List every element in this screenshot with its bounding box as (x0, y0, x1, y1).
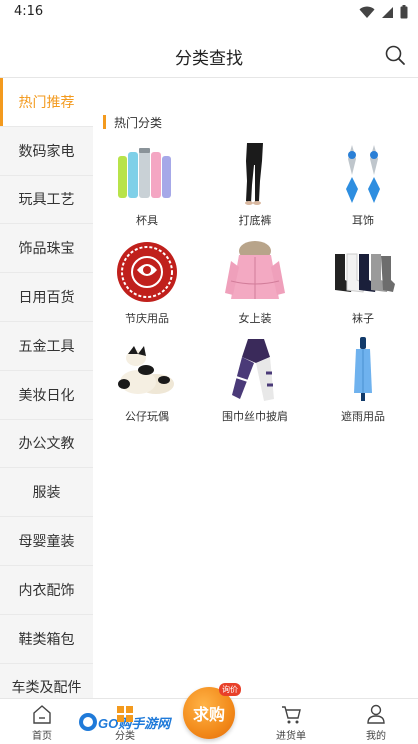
sidebar-item-vehicles[interactable]: 车类及配件 (0, 664, 93, 698)
category-sidebar: 热门推荐 数码家电 玩具工艺 饰品珠宝 日用百货 五金工具 美妆日化 办公文教 … (0, 78, 93, 698)
nav-purchase-list[interactable]: 进货单 (256, 703, 326, 742)
category-item-festival[interactable]: 节庆用品 (93, 238, 201, 336)
user-icon (367, 704, 385, 724)
sidebar-item-shoes-bags[interactable]: 鞋类箱包 (0, 615, 93, 664)
leggings-icon (245, 143, 263, 205)
battery-icon (400, 5, 408, 19)
nav-category[interactable]: 分类 (90, 703, 160, 742)
scarf-icon (232, 339, 274, 401)
wifi-icon (359, 6, 375, 18)
sidebar-item-baby[interactable]: 母婴童装 (0, 517, 93, 566)
category-item-womens-tops[interactable]: 女上装 (201, 238, 309, 336)
home-icon (33, 705, 51, 724)
sidebar-item-daily[interactable]: 日用百货 (0, 273, 93, 322)
sidebar-item-digital[interactable]: 数码家电 (0, 127, 93, 176)
inquiry-badge: 询价 (219, 683, 241, 696)
bottom-navigation: 首页 GO购手游网 分类 求购 询价 进货单 我的 (0, 683, 418, 744)
category-grid: 杯具 打底裤 耳饰 节庆用品 女上装 袜子 公仔玩偶 围巾丝巾披肩 遮雨用品 (93, 140, 418, 434)
signal-icon (382, 6, 393, 18)
plush-toy-icon (118, 346, 174, 394)
status-bar: 4:16 (0, 0, 418, 26)
nav-mine[interactable]: 我的 (341, 703, 411, 742)
section-title-bar (103, 115, 106, 129)
page-title: 分类查找 (175, 49, 243, 69)
category-item-earrings[interactable]: 耳饰 (309, 140, 417, 238)
category-item-plush-toys[interactable]: 公仔玩偶 (93, 336, 201, 434)
sidebar-item-hardware[interactable]: 五金工具 (0, 322, 93, 371)
sidebar-item-toys[interactable]: 玩具工艺 (0, 176, 93, 225)
category-item-rain-gear[interactable]: 遮雨用品 (309, 336, 417, 434)
papercut-icon (117, 242, 177, 302)
category-icon (117, 706, 133, 722)
category-item-leggings[interactable]: 打底裤 (201, 140, 309, 238)
search-icon[interactable] (384, 44, 406, 66)
cart-icon (282, 706, 301, 724)
category-item-cups[interactable]: 杯具 (93, 140, 201, 238)
sidebar-item-cosmetics[interactable]: 美妆日化 (0, 371, 93, 420)
sidebar-item-hot[interactable]: 热门推荐 (0, 78, 93, 127)
request-purchase-button[interactable]: 求购 询价 (183, 683, 241, 739)
jacket-icon (225, 241, 285, 299)
category-item-scarves[interactable]: 围巾丝巾披肩 (201, 336, 309, 434)
socks-icon (335, 253, 395, 293)
nav-home[interactable]: 首页 (7, 703, 77, 742)
category-item-socks[interactable]: 袜子 (309, 238, 417, 336)
status-time: 4:16 (14, 4, 44, 19)
sidebar-item-underwear[interactable]: 内衣配饰 (0, 566, 93, 615)
cups-icon (118, 148, 171, 198)
sidebar-item-clothing[interactable]: 服装 (0, 468, 93, 518)
page-header: 分类查找 (0, 30, 418, 78)
section-title: 热门分类 (103, 115, 162, 130)
sidebar-item-office[interactable]: 办公文教 (0, 420, 93, 469)
sidebar-item-jewelry[interactable]: 饰品珠宝 (0, 224, 93, 274)
status-icons (359, 5, 408, 19)
earrings-icon (346, 145, 380, 203)
umbrella-icon (354, 337, 372, 401)
category-content: 热门分类 杯具 打底裤 耳饰 节庆用品 女上装 袜子 公仔玩偶 围巾丝巾披肩 遮… (93, 78, 418, 698)
